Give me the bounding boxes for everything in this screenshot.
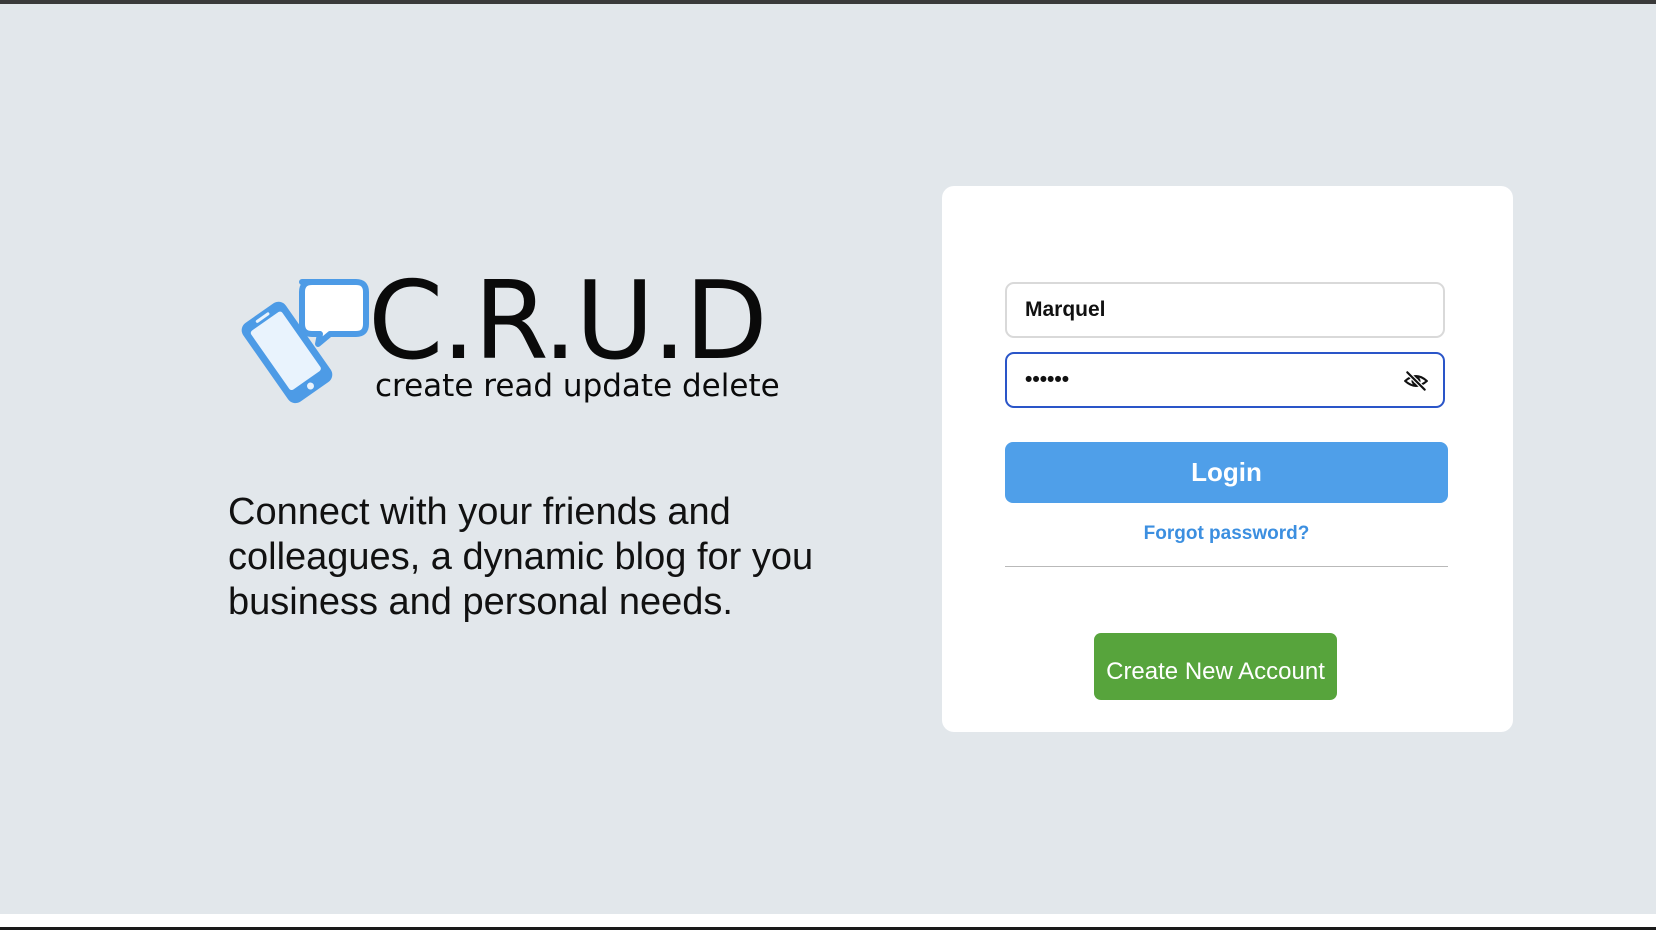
bottom-edge bbox=[0, 914, 1656, 927]
username-field[interactable] bbox=[1005, 282, 1445, 338]
forgot-password-link[interactable]: Forgot password? bbox=[1005, 523, 1448, 545]
username-input[interactable] bbox=[1025, 284, 1405, 336]
password-input[interactable] bbox=[1025, 354, 1405, 406]
password-field[interactable] bbox=[1005, 352, 1445, 408]
phone-chat-logo-icon bbox=[241, 279, 369, 404]
create-account-button[interactable]: Create New Account bbox=[1094, 633, 1337, 700]
window-top-border bbox=[0, 0, 1656, 4]
brand-tagline: create read update delete bbox=[375, 368, 780, 404]
login-button[interactable]: Login bbox=[1005, 442, 1448, 503]
divider bbox=[1005, 566, 1448, 567]
intro-text: Connect with your friends and colleagues… bbox=[228, 491, 814, 623]
login-card: Login Forgot password? Create New Accoun… bbox=[942, 186, 1513, 732]
brand-name: C.R.U.D bbox=[368, 259, 768, 384]
crud-logo: C.R.U.D create read update delete bbox=[226, 259, 780, 408]
eye-off-icon[interactable] bbox=[1403, 368, 1429, 394]
